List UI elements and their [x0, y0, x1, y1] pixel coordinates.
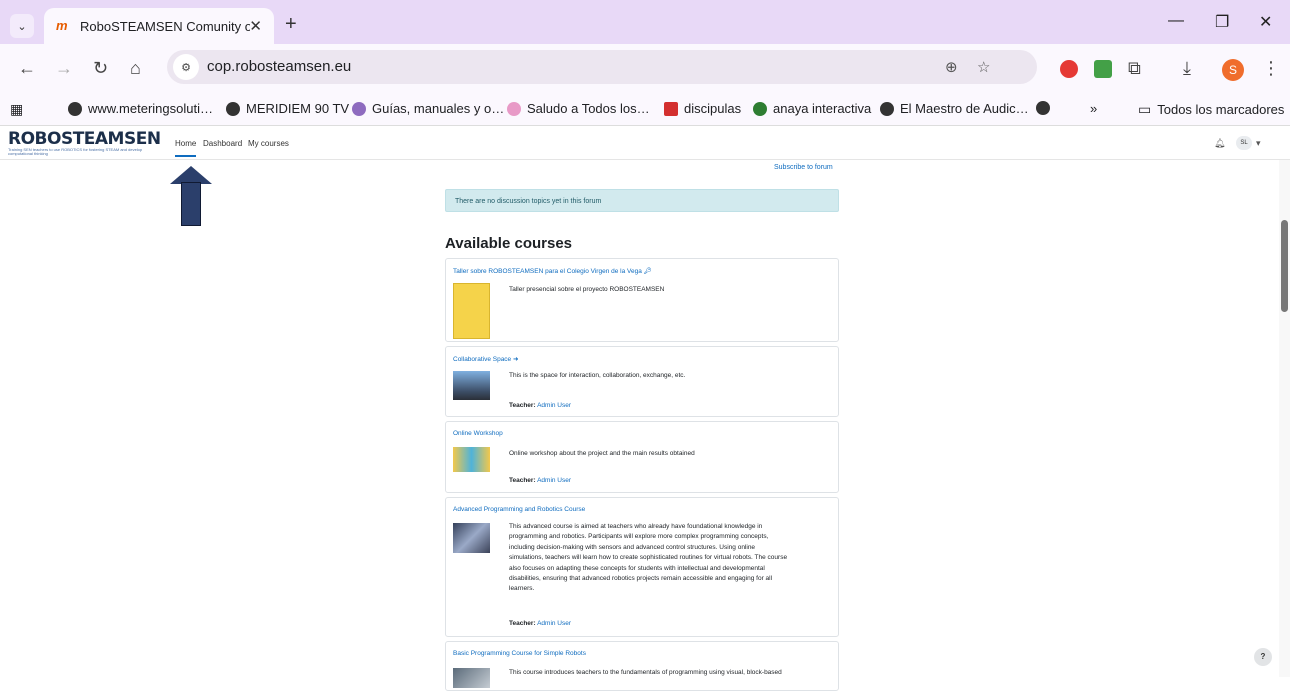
moodle-favicon-icon: m [56, 18, 68, 33]
teacher-link[interactable]: Admin User [537, 477, 571, 484]
scrollbar-thumb[interactable] [1281, 220, 1288, 312]
course-image [453, 447, 490, 472]
course-title-link[interactable]: Basic Programming Course for Simple Robo… [453, 650, 586, 657]
bookmark-item[interactable]: Saludo a Todos los… [507, 101, 650, 116]
restore-icon[interactable]: ❐ [1215, 12, 1229, 32]
browser-menu-icon[interactable]: ⋮ [1262, 58, 1280, 78]
course-card: Online Workshop Online workshop about th… [445, 421, 839, 493]
teacher-link[interactable]: Admin User [537, 620, 571, 627]
course-image [453, 668, 490, 688]
forward-icon[interactable]: → [55, 58, 73, 78]
course-title-link[interactable]: Advanced Programming and Robotics Course [453, 506, 585, 513]
course-summary: Taller presencial sobre el proyecto ROBO… [509, 286, 665, 293]
bookmark-item[interactable]: MERIDIEM 90 TV [226, 101, 349, 116]
course-card: Taller sobre ROBOSTEAMSEN para el Colegi… [445, 258, 839, 342]
tab-close-icon[interactable]: ✕ [249, 17, 262, 35]
user-avatar[interactable]: SL [1236, 136, 1252, 150]
nav-my-courses[interactable]: My courses [248, 139, 289, 148]
reload-icon[interactable]: ↻ [93, 58, 108, 78]
help-button[interactable]: ? [1254, 648, 1272, 666]
available-courses-heading: Available courses [445, 235, 573, 252]
nav-dashboard[interactable]: Dashboard [203, 139, 242, 148]
new-tab-icon[interactable]: + [285, 14, 297, 34]
all-bookmarks[interactable]: ▭ Todos los marcadores [1138, 101, 1284, 118]
course-summary: This is the space for interaction, colla… [509, 372, 686, 379]
course-image [453, 371, 490, 400]
globe-icon [880, 101, 894, 116]
empty-forum-notice: There are no discussion topics yet in th… [445, 189, 839, 212]
user-menu-chevron-icon[interactable]: ▾ [1256, 138, 1261, 149]
folder-icon: ▭ [1138, 101, 1152, 117]
site-header: ROBOSTEAMSEN Training SEN teachers to us… [0, 126, 1290, 160]
bookmark-item[interactable]: www.meteringsoluti… [68, 101, 213, 116]
self-enrol-icon: ➜ [513, 356, 519, 363]
course-summary: Online workshop about the project and th… [509, 450, 695, 457]
apps-grid-icon[interactable]: ▦ [10, 101, 23, 118]
course-image [453, 283, 490, 339]
extension-m-icon[interactable] [1060, 60, 1078, 78]
bookmark-item[interactable]: anaya interactiva [753, 101, 871, 116]
sm-icon [664, 101, 678, 116]
minimize-icon[interactable]: — [1168, 12, 1184, 30]
site-icon [507, 101, 521, 116]
page-scrollbar[interactable] [1279, 160, 1290, 677]
anaya-icon [753, 101, 767, 116]
url-text[interactable]: cop.robosteamsen.eu [207, 58, 351, 75]
guest-key-icon: 🔑︎ [643, 268, 652, 275]
annotation-arrow-shaft [181, 182, 201, 226]
address-bar[interactable]: ⚙ cop.robosteamsen.eu ⊕ ☆ [167, 50, 1037, 84]
course-title-link[interactable]: Online Workshop [453, 430, 503, 437]
bookmark-item[interactable]: Guías, manuales y o… [352, 101, 504, 116]
course-teacher: Teacher: Admin User [509, 620, 572, 627]
browser-tabstrip: ⌄ m RoboSTEAMSEN Comunity of P ✕ + — ❐ ✕ [0, 0, 1290, 44]
course-image [453, 523, 490, 553]
tab-search-chevron-icon[interactable]: ⌄ [10, 14, 34, 38]
bookmark-item[interactable]: discipulas [664, 101, 741, 116]
globe-icon [226, 101, 240, 116]
course-title-link[interactable]: Collaborative Space ➜ [453, 355, 518, 363]
course-card: Collaborative Space ➜ This is the space … [445, 346, 839, 417]
bookmark-star-icon[interactable]: ☆ [977, 58, 990, 76]
site-info-icon[interactable]: ⚙ [173, 54, 199, 80]
course-card: Advanced Programming and Robotics Course… [445, 497, 839, 637]
flower-icon [352, 101, 366, 116]
profile-avatar[interactable]: S [1222, 59, 1244, 81]
extensions-puzzle-icon[interactable]: ⧉ [1128, 58, 1141, 78]
bookmark-item[interactable] [1036, 101, 1056, 115]
globe-icon [1036, 101, 1050, 115]
subscribe-forum-link[interactable]: Subscribe to forum [774, 164, 833, 171]
extension-green-icon[interactable] [1094, 60, 1112, 78]
download-icon[interactable]: ⤓ [1183, 58, 1191, 78]
browser-toolbar: ← → ↻ ⌂ ⚙ cop.robosteamsen.eu ⊕ ☆ ⧉ ⤓ ⋮ [0, 44, 1290, 92]
home-icon[interactable]: ⌂ [130, 58, 141, 78]
course-summary: This advanced course is aimed at teacher… [509, 523, 788, 593]
window-close-icon[interactable]: ✕ [1259, 12, 1272, 32]
course-teacher: Teacher: Admin User [509, 402, 572, 409]
notifications-bell-icon[interactable]: 🔔︎ [1214, 138, 1225, 149]
tab-title: RoboSTEAMSEN Comunity of P [80, 18, 250, 34]
teacher-link[interactable]: Admin User [537, 402, 571, 409]
zoom-icon[interactable]: ⊕ [945, 58, 958, 76]
bookmark-item[interactable]: El Maestro de Audic… [880, 101, 1029, 116]
browser-tab[interactable]: m RoboSTEAMSEN Comunity of P ✕ [44, 8, 274, 44]
globe-icon [68, 101, 82, 116]
course-teacher: Teacher: Admin User [509, 477, 572, 484]
course-title-link[interactable]: Taller sobre ROBOSTEAMSEN para el Colegi… [453, 267, 652, 275]
back-icon[interactable]: ← [18, 58, 36, 78]
bookmarks-bar: ▦ www.meteringsoluti… MERIDIEM 90 TV Guí… [0, 92, 1290, 126]
site-logo[interactable]: ROBOSTEAMSEN Training SEN teachers to us… [8, 131, 168, 156]
nav-home[interactable]: Home [175, 139, 197, 157]
more-bookmarks[interactable]: » [1090, 101, 1097, 116]
course-card: Basic Programming Course for Simple Robo… [445, 641, 839, 691]
